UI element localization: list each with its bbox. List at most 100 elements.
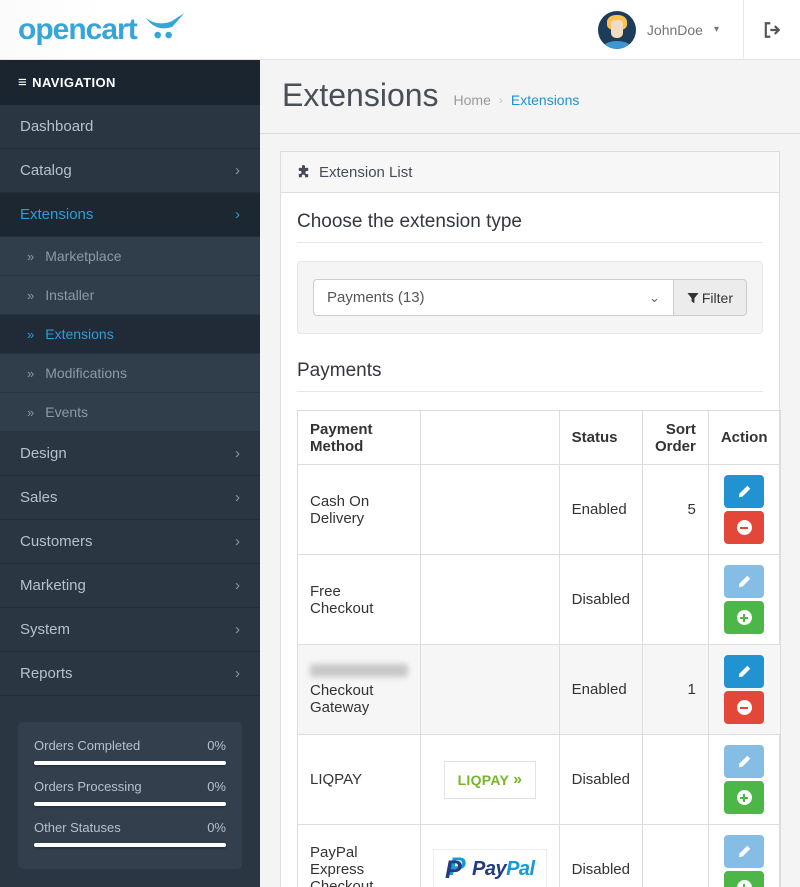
edit-button[interactable] [724,565,765,598]
pencil-icon [738,665,750,678]
hamburger-icon: ≡ [18,74,28,91]
install-button[interactable] [724,871,765,887]
header-right: JohnDoe ▾ [574,0,800,59]
panel-body: Choose the extension type Payments (13) … [281,193,781,887]
select-chevron-icon: ⌄ [648,289,660,305]
edit-button[interactable] [724,475,765,508]
sidebar-item-design[interactable]: Design › [0,432,260,476]
panel-heading: Extension List [281,152,779,193]
progress-bar [34,802,226,806]
install-button[interactable] [724,781,765,814]
logo-cell [420,464,560,555]
plus-circle-icon [736,880,752,887]
extension-type-select[interactable]: Payments (13) ⌄ [313,279,674,316]
status: Enabled [558,464,644,555]
status: Disabled [558,824,644,887]
puzzle-icon [298,164,309,177]
table-row: Checkout Gateway Enabled 1 [297,644,781,735]
stat-value: 0% [207,779,226,794]
progress-bar [34,761,226,765]
double-arrow-icon: » [27,404,35,420]
sort-order [642,734,709,825]
sort-order [642,554,709,645]
user-name: JohnDoe [646,21,703,38]
sort-order [642,824,709,887]
sidebar-item-marketing[interactable]: Marketing › [0,564,260,608]
double-arrow-icon: » [27,248,35,264]
paypal-p-icon: P P [445,852,466,884]
stat-other-statuses: Other Statuses 0% [34,820,226,847]
top-header: opencart JohnDoe ▾ [0,0,800,60]
logout-button[interactable] [744,0,800,59]
breadcrumb: Home › Extensions [454,84,580,108]
user-menu[interactable]: JohnDoe ▾ [574,0,743,59]
page-header: Extensions Home › Extensions [260,60,800,134]
edit-button[interactable] [724,745,765,778]
liqpay-logo: LIQPAY » [443,760,537,799]
sidebar-item-reports[interactable]: Reports › [0,652,260,696]
navigation-header: ≡ NAVIGATION [0,60,260,105]
stat-value: 0% [207,738,226,753]
sidebar-item-catalog[interactable]: Catalog › [0,149,260,193]
sort-order: 5 [642,464,709,555]
logo-cell [420,554,560,645]
logout-icon [764,21,781,38]
redacted-text [310,663,408,677]
payment-method: LIQPAY [297,734,421,825]
breadcrumb-extensions-link[interactable]: Extensions [511,92,579,108]
cart-icon [145,12,184,38]
extension-list-panel: Extension List Choose the extension type… [280,151,781,887]
payment-method: Checkout Gateway [297,644,421,735]
table-row: PayPal Express Checkout P P PayPal Disab… [297,824,781,887]
chevron-right-icon: › [235,533,240,550]
status: Disabled [558,554,644,645]
sidebar-item-sales[interactable]: Sales › [0,476,260,520]
chevron-right-icon: › [235,162,240,179]
status: Enabled [558,644,644,735]
action-cell [707,824,781,887]
sidebar-item-dashboard[interactable]: Dashboard [0,105,260,149]
double-arrow-icon: » [27,326,35,342]
chevron-right-icon: › [235,577,240,594]
chevron-down-icon: ▾ [713,24,719,35]
col-payment-method: Payment Method [297,410,421,465]
edit-button[interactable] [724,835,765,868]
sort-order: 1 [642,644,709,735]
sidebar-subitem-installer[interactable]: » Installer [0,276,260,315]
filter-input-group: Payments (13) ⌄ Filter [313,279,747,316]
sidebar-subitem-marketplace[interactable]: » Marketplace [0,237,260,276]
action-cell [707,464,781,555]
sidebar-subitem-extensions[interactable]: » Extensions [0,315,260,354]
sidebar-item-customers[interactable]: Customers › [0,520,260,564]
edit-button[interactable] [724,655,765,688]
double-arrow-icon: » [27,287,35,303]
filter-funnel-icon [687,292,699,303]
pencil-icon [738,485,750,498]
filter-button[interactable]: Filter [672,279,747,316]
pencil-icon [738,575,750,588]
paypal-logo: P P PayPal [433,848,547,887]
sidebar-item-extensions[interactable]: Extensions › [0,193,260,237]
stat-orders-processing: Orders Processing 0% [34,779,226,806]
sidebar-item-system[interactable]: System › [0,608,260,652]
progress-bar [34,843,226,847]
breadcrumb-home-link[interactable]: Home [454,92,491,108]
stat-orders-completed: Orders Completed 0% [34,738,226,765]
pencil-icon [738,845,750,858]
extensions-submenu: » Marketplace » Installer » Extensions »… [0,237,260,432]
logo-cell [420,644,560,735]
sidebar-subitem-events[interactable]: » Events [0,393,260,432]
logo-text: opencart [18,12,138,46]
chevron-right-icon: › [235,489,240,506]
table-header-row: Payment Method Status Sort Order Action [297,410,781,465]
sidebar-subitem-modifications[interactable]: » Modifications [0,354,260,393]
opencart-logo[interactable]: opencart [0,0,260,59]
logo-cell: P P PayPal [420,824,560,887]
action-cell [707,554,781,645]
uninstall-button[interactable] [724,691,765,724]
install-button[interactable] [724,601,765,634]
opencart-admin: opencart JohnDoe ▾ ≡ NAVIGATION Dashboar… [0,0,800,887]
payment-method: Cash On Delivery [297,464,421,555]
payment-method: PayPal Express Checkout [297,824,421,887]
uninstall-button[interactable] [724,511,765,544]
